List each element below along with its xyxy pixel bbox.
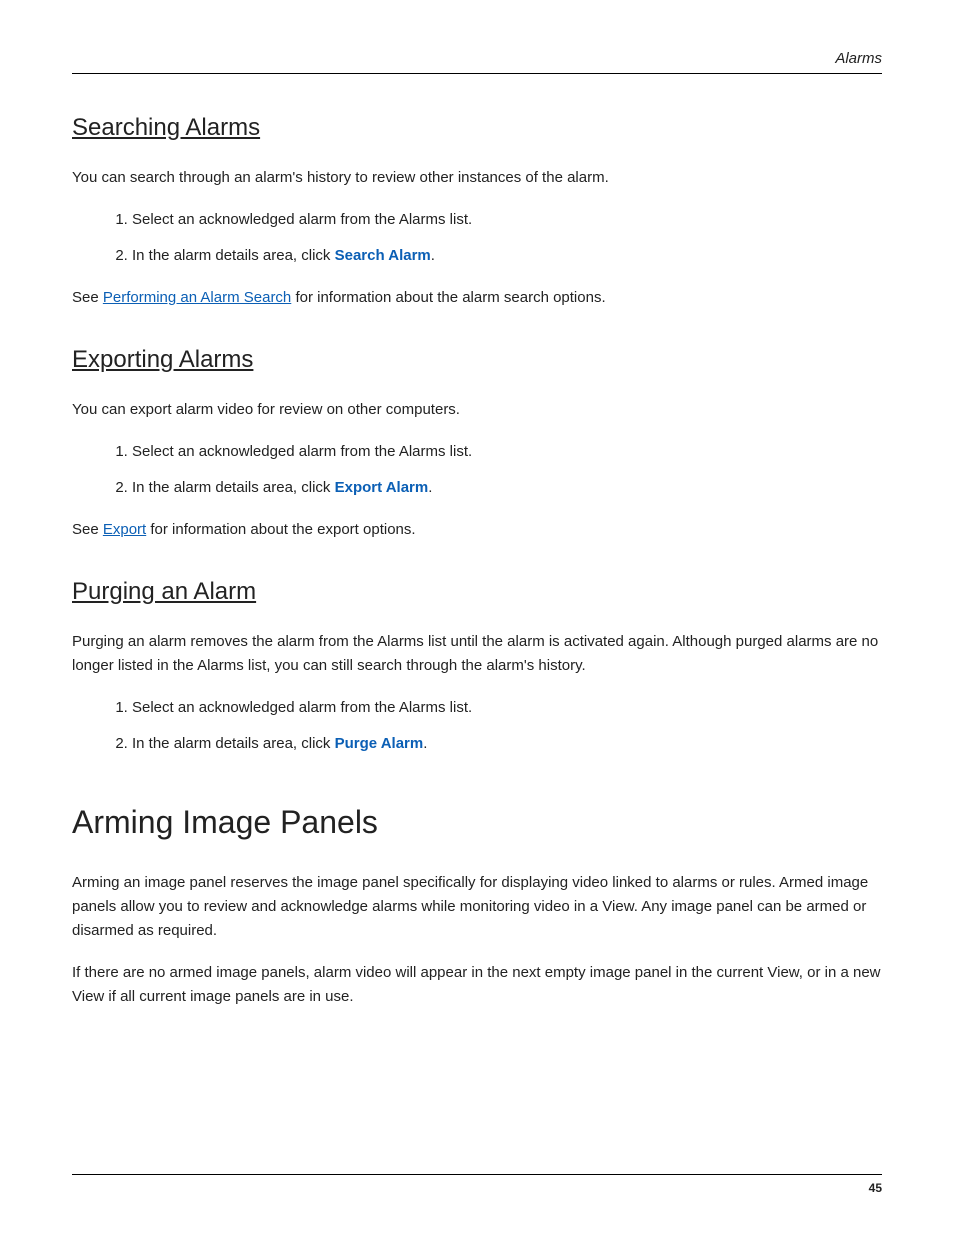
heading-arming-image-panels: Arming Image Panels [72, 804, 882, 841]
ordered-list: Select an acknowledged alarm from the Al… [72, 696, 882, 756]
paragraph: See Export for information about the exp… [72, 518, 882, 542]
ui-action-label: Search Alarm [335, 247, 431, 264]
list-item: Select an acknowledged alarm from the Al… [132, 696, 882, 720]
paragraph: You can export alarm video for review on… [72, 398, 882, 422]
text: for information about the export options… [146, 521, 415, 538]
text: In the alarm details area, click [132, 735, 335, 752]
heading-purging-alarm: Purging an Alarm [72, 578, 882, 606]
paragraph: If there are no armed image panels, alar… [72, 961, 882, 1009]
paragraph: Purging an alarm removes the alarm from … [72, 630, 882, 678]
text: for information about the alarm search o… [291, 289, 605, 306]
document-page: Alarms Searching Alarms You can search t… [0, 0, 954, 1235]
text: In the alarm details area, click [132, 479, 335, 496]
list-item: In the alarm details area, click Export … [132, 476, 882, 500]
paragraph: See Performing an Alarm Search for infor… [72, 286, 882, 310]
text: . [431, 247, 435, 264]
list-item: Select an acknowledged alarm from the Al… [132, 208, 882, 232]
ui-action-label: Purge Alarm [335, 735, 424, 752]
link-performing-alarm-search[interactable]: Performing an Alarm Search [103, 289, 291, 306]
text: . [428, 479, 432, 496]
text: See [72, 521, 103, 538]
paragraph: You can search through an alarm's histor… [72, 166, 882, 190]
heading-exporting-alarms: Exporting Alarms [72, 346, 882, 374]
ordered-list: Select an acknowledged alarm from the Al… [72, 208, 882, 268]
text: In the alarm details area, click [132, 247, 335, 264]
header-section-label: Alarms [72, 50, 882, 67]
paragraph: Arming an image panel reserves the image… [72, 871, 882, 943]
text: . [423, 735, 427, 752]
page-number: 45 [72, 1181, 882, 1195]
list-item: In the alarm details area, click Purge A… [132, 732, 882, 756]
ordered-list: Select an acknowledged alarm from the Al… [72, 440, 882, 500]
ui-action-label: Export Alarm [335, 479, 429, 496]
page-footer: 45 [72, 1174, 882, 1195]
list-item: Select an acknowledged alarm from the Al… [132, 440, 882, 464]
list-item: In the alarm details area, click Search … [132, 244, 882, 268]
text: See [72, 289, 103, 306]
heading-searching-alarms: Searching Alarms [72, 114, 882, 142]
page-header: Alarms [72, 50, 882, 74]
link-export[interactable]: Export [103, 521, 146, 538]
